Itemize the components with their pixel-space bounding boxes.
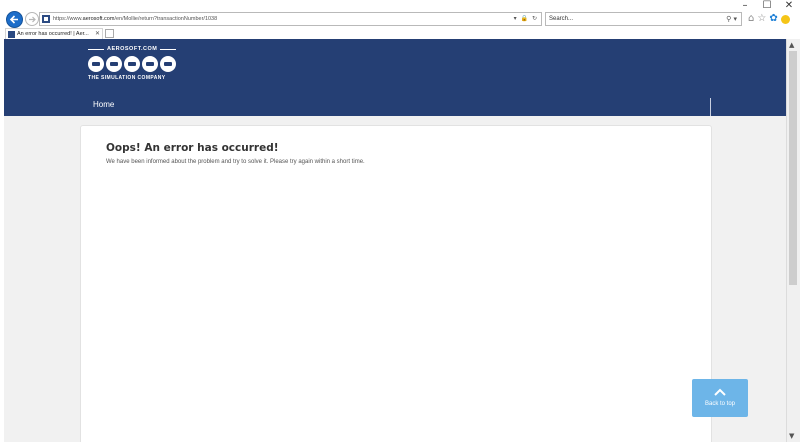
arrow-right-icon: [29, 16, 36, 23]
ship-icon: [106, 56, 122, 72]
tab-title: An error has occurred! | Aer...: [17, 31, 89, 37]
tractor-icon: [160, 56, 176, 72]
feedback-smiley-icon[interactable]: [780, 14, 790, 24]
aerosoft-logo[interactable]: AEROSOFT.COM THE SIMULATION COMPANY: [88, 45, 188, 87]
browser-navbar: https://www.aerosoft.com/en/Mollie/retur…: [0, 10, 800, 28]
gear-icon[interactable]: ✿: [769, 13, 777, 25]
scroll-up-arrow-icon[interactable]: ▲: [789, 41, 794, 49]
chevron-up-icon: [714, 388, 726, 396]
error-card: Oops! An error has occurred! We have bee…: [80, 125, 712, 442]
logo-vehicle-icons: [88, 56, 188, 72]
site-favicon-icon: [42, 15, 50, 23]
address-bar[interactable]: https://www.aerosoft.com/en/Mollie/retur…: [39, 12, 542, 26]
arrow-left-icon: [9, 15, 18, 24]
tab-close-icon[interactable]: ✕: [95, 29, 100, 39]
tab-bar: An error has occurred! | Aer... ✕: [0, 28, 800, 39]
address-bar-icons[interactable]: ▾ 🔒 ↻: [514, 14, 538, 24]
url-text: https://www.aerosoft.com/en/Mollie/retur…: [53, 16, 218, 22]
error-message: We have been informed about the problem …: [106, 159, 365, 165]
page-viewport: AEROSOFT.COM THE SIMULATION COMPANY Home…: [4, 39, 786, 442]
tab-favicon-icon: [8, 31, 15, 38]
airplane-icon: [88, 56, 104, 72]
nav-home-link[interactable]: Home: [93, 100, 114, 110]
forward-button[interactable]: [25, 12, 39, 26]
favorites-icon[interactable]: ☆: [757, 13, 766, 25]
train-icon: [124, 56, 140, 72]
logo-top-text: AEROSOFT.COM: [107, 46, 158, 52]
site-header: AEROSOFT.COM THE SIMULATION COMPANY Home: [4, 39, 786, 116]
back-to-top-button[interactable]: Back to top: [692, 379, 748, 417]
browser-toolbar: ⌂ ☆ ✿: [748, 10, 790, 28]
home-icon[interactable]: ⌂: [748, 13, 754, 25]
page-scrollbar[interactable]: ▲ ▼: [786, 39, 800, 442]
logo-tagline: THE SIMULATION COMPANY: [88, 75, 166, 81]
search-icon[interactable]: ⚲ ▾: [726, 13, 737, 25]
search-placeholder: Search...: [549, 16, 574, 22]
back-to-top-label: Back to top: [704, 401, 736, 407]
new-tab-button[interactable]: [105, 29, 114, 38]
scroll-down-arrow-icon[interactable]: ▼: [789, 432, 794, 440]
scroll-thumb[interactable]: [789, 51, 797, 285]
back-button[interactable]: [6, 11, 23, 28]
search-input[interactable]: Search... ⚲ ▾: [545, 12, 742, 26]
error-title: Oops! An error has occurred!: [106, 142, 279, 154]
car-icon: [142, 56, 158, 72]
tab-error-page[interactable]: An error has occurred! | Aer... ✕: [5, 28, 103, 39]
nav-divider: [710, 98, 711, 116]
